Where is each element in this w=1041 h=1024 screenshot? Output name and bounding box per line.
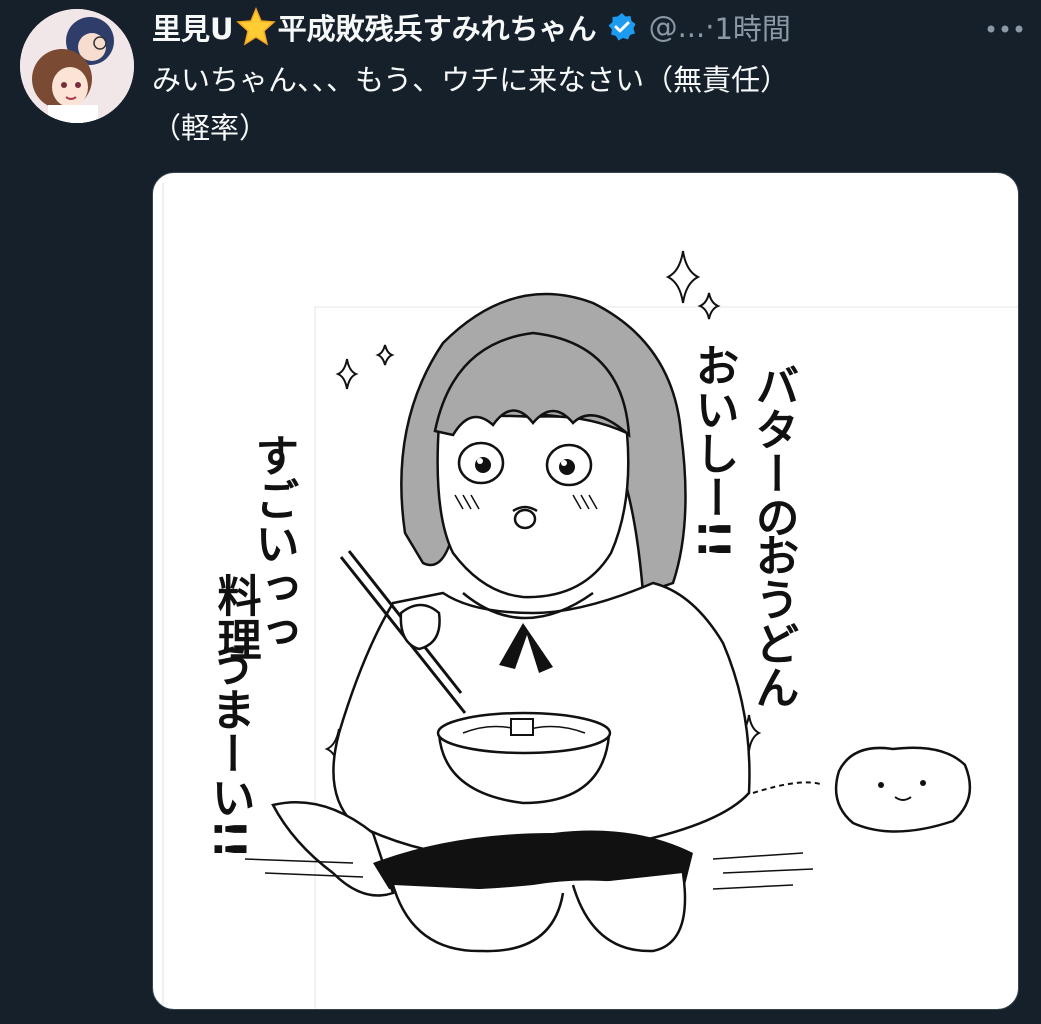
display-name-suffix[interactable]: 平成敗残兵すみれちゃん bbox=[278, 6, 597, 48]
tweet-text: みいちゃん、、、もう、ウチに来なさい（無責任） （軽率） bbox=[152, 56, 1002, 152]
tweet-header: 里見U 平成敗残兵すみれちゃん @... · 1時間 bbox=[152, 6, 1041, 48]
tweet-text-line1: みいちゃん、、、もう、ウチに来なさい（無責任） bbox=[152, 63, 790, 97]
separator: · bbox=[705, 10, 715, 44]
plush-dog bbox=[834, 746, 972, 833]
avatar[interactable] bbox=[20, 9, 134, 123]
illustration: バターの おいしー!! おうどん すごいっっ 料理 うまーい!! bbox=[162, 183, 1018, 1009]
speech-right-col1: バターの bbox=[748, 363, 799, 539]
tweet-text-line2: （軽率） bbox=[152, 111, 269, 145]
verified-icon bbox=[607, 12, 637, 42]
star-icon bbox=[235, 7, 276, 47]
speech-left-col3: うまーい!! bbox=[204, 643, 255, 859]
speech-right-col3: おうどん bbox=[748, 533, 799, 709]
timestamp[interactable]: 1時間 bbox=[714, 6, 790, 48]
speech-right-col2: おいしー!! bbox=[688, 343, 739, 559]
tweet-media-image[interactable]: バターの おいしー!! おうどん すごいっっ 料理 うまーい!! bbox=[152, 172, 1019, 1010]
handle[interactable]: @... bbox=[649, 10, 706, 44]
face bbox=[436, 414, 630, 599]
display-name[interactable]: 里見U bbox=[152, 6, 234, 48]
keychain-chain bbox=[752, 781, 824, 794]
more-icon[interactable] bbox=[985, 20, 1025, 33]
butter bbox=[510, 718, 534, 736]
